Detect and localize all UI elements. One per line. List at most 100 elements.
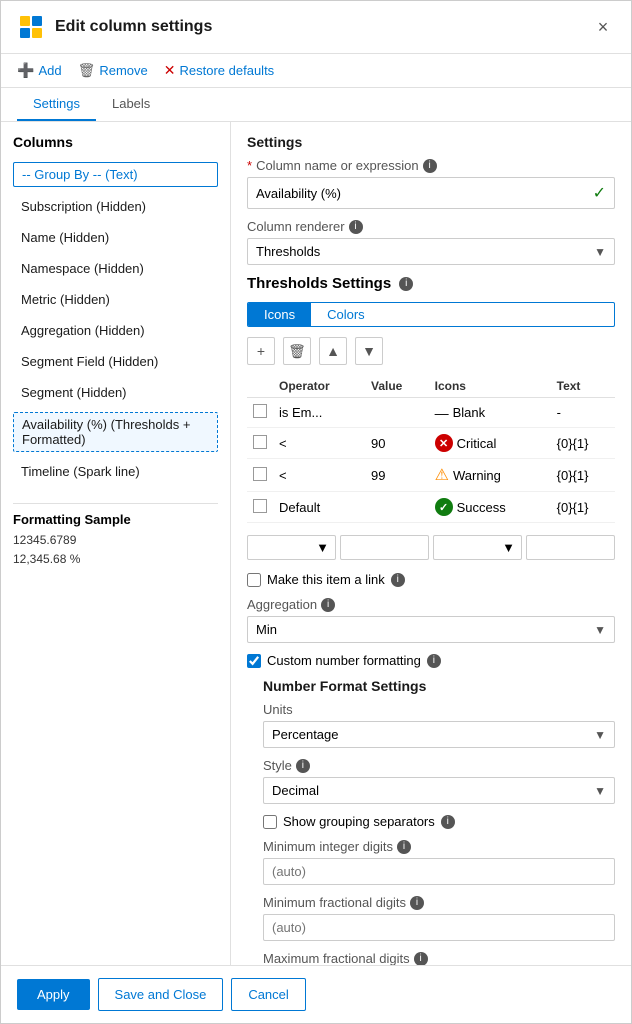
move-up-btn[interactable]: ▲ (319, 337, 347, 365)
column-name-info-icon[interactable]: i (423, 159, 437, 173)
warning-icon: ⚠ (435, 465, 449, 485)
grouping-checkbox[interactable] (263, 815, 277, 829)
units-dropdown[interactable]: Percentage ▼ (263, 721, 615, 748)
min-integer-input-container (263, 858, 615, 885)
min-integer-input[interactable] (272, 864, 606, 879)
units-label: Units (263, 702, 293, 717)
add-icon: ➕ (17, 62, 34, 79)
table-row: is Em... — Blank - (247, 398, 615, 428)
threshold-table: Operator Value Icons Text is Em... (247, 375, 615, 523)
column-item-segment[interactable]: Segment (Hidden) (13, 381, 218, 404)
custom-formatting-info-icon[interactable]: i (427, 654, 441, 668)
make-link-label: Make this item a link (267, 572, 385, 587)
restore-defaults-button[interactable]: ✕ Restore defaults (164, 62, 274, 79)
min-fraction-input[interactable] (272, 920, 606, 935)
icon-cell-2: ✕ Critical (429, 428, 551, 459)
aggregation-dropdown[interactable]: Min ▼ (247, 616, 615, 643)
grouping-info-icon[interactable]: i (441, 815, 455, 829)
custom-formatting-label: Custom number formatting (267, 653, 421, 668)
add-threshold-btn[interactable]: + (247, 337, 275, 365)
aggregation-label: Aggregation (247, 597, 317, 612)
column-name-input-container: ✓ (247, 177, 615, 209)
bottom-dd2-chevron: ▼ (502, 540, 515, 555)
units-chevron: ▼ (594, 728, 606, 742)
apply-button[interactable]: Apply (17, 979, 90, 1010)
value-cell-1 (365, 398, 429, 428)
thresholds-info-icon[interactable]: i (399, 277, 413, 291)
column-item-availability[interactable]: Availability (%) (Thresholds + Formatted… (13, 412, 218, 452)
settings-title: Settings (247, 134, 615, 150)
make-link-row: Make this item a link i (247, 572, 615, 587)
style-label: Style (263, 758, 292, 773)
bottom-input-2[interactable] (526, 535, 615, 560)
column-item-segment-field[interactable]: Segment Field (Hidden) (13, 350, 218, 373)
column-item-metric[interactable]: Metric (Hidden) (13, 288, 218, 311)
column-item-namespace[interactable]: Namespace (Hidden) (13, 257, 218, 280)
column-item-subscription[interactable]: Subscription (Hidden) (13, 195, 218, 218)
save-close-button[interactable]: Save and Close (98, 978, 224, 1011)
column-renderer-dropdown[interactable]: Thresholds ▼ (247, 238, 615, 265)
bottom-dropdown-1[interactable]: ▼ (247, 535, 336, 560)
text-cell-4: {0}{1} (551, 492, 615, 523)
icons-colors-toggle: Icons Colors (247, 302, 615, 327)
remove-icon: 🗑 (78, 62, 96, 79)
min-integer-info-icon[interactable]: i (397, 840, 411, 854)
cancel-button[interactable]: Cancel (231, 978, 305, 1011)
make-link-checkbox[interactable] (247, 573, 261, 587)
style-info-icon[interactable]: i (296, 759, 310, 773)
column-item-timeline[interactable]: Timeline (Spark line) (13, 460, 218, 483)
column-item-aggregation[interactable]: Aggregation (Hidden) (13, 319, 218, 342)
column-item-name[interactable]: Name (Hidden) (13, 226, 218, 249)
sample-value-2: 12,345.68 % (13, 550, 218, 569)
make-link-info-icon[interactable]: i (391, 573, 405, 587)
custom-formatting-row: Custom number formatting i (247, 653, 615, 668)
value-cell-2: 90 (365, 428, 429, 459)
close-button[interactable]: × (591, 15, 615, 39)
grouping-row: Show grouping separators i (263, 814, 615, 829)
tab-labels[interactable]: Labels (96, 88, 166, 121)
delete-threshold-btn[interactable]: 🗑 (283, 337, 311, 365)
col-header-operator: Operator (273, 375, 365, 398)
grouping-label: Show grouping separators (283, 814, 435, 829)
sample-value-1: 12345.6789 (13, 531, 218, 550)
thresholds-settings-title: Thresholds Settings (247, 275, 391, 292)
min-fraction-input-container (263, 914, 615, 941)
dialog-title: Edit column settings (55, 18, 591, 36)
bottom-dropdown-2[interactable]: ▼ (433, 535, 522, 560)
move-down-btn[interactable]: ▼ (355, 337, 383, 365)
column-renderer-info-icon[interactable]: i (349, 220, 363, 234)
custom-formatting-checkbox[interactable] (247, 654, 261, 668)
success-icon: ✓ (435, 498, 453, 516)
blank-icon: — (435, 405, 449, 421)
min-integer-label: Minimum integer digits (263, 839, 393, 854)
critical-icon: ✕ (435, 434, 453, 452)
grid-icon (17, 13, 45, 41)
max-fraction-label: Maximum fractional digits (263, 951, 410, 965)
style-dropdown[interactable]: Decimal ▼ (263, 777, 615, 804)
toggle-icons-btn[interactable]: Icons (248, 303, 311, 326)
tab-settings[interactable]: Settings (17, 88, 96, 121)
column-renderer-chevron: ▼ (594, 245, 606, 259)
text-cell-1: - (551, 398, 615, 428)
min-fraction-info-icon[interactable]: i (410, 896, 424, 910)
col-header-icons: Icons (429, 375, 551, 398)
value-cell-3: 99 (365, 459, 429, 492)
row-checkbox-3[interactable] (253, 467, 267, 481)
column-item-group-by[interactable]: -- Group By -- (Text) (13, 162, 218, 187)
remove-button[interactable]: 🗑 Remove (78, 62, 148, 79)
operator-cell-3: < (273, 459, 365, 492)
row-checkbox-1[interactable] (253, 404, 267, 418)
max-fraction-info-icon[interactable]: i (414, 952, 428, 966)
columns-title: Columns (13, 134, 218, 150)
column-name-input[interactable] (256, 186, 593, 201)
row-checkbox-4[interactable] (253, 499, 267, 513)
aggregation-info-icon[interactable]: i (321, 598, 335, 612)
add-button[interactable]: ➕ Add (17, 62, 62, 79)
operator-cell-1: is Em... (273, 398, 365, 428)
formatting-sample-title: Formatting Sample (13, 512, 218, 527)
bottom-input-1[interactable] (340, 535, 429, 560)
toggle-colors-btn[interactable]: Colors (311, 303, 381, 326)
row-checkbox-2[interactable] (253, 435, 267, 449)
table-row: Default ✓ Success {0}{1} (247, 492, 615, 523)
required-indicator: * (247, 158, 252, 173)
